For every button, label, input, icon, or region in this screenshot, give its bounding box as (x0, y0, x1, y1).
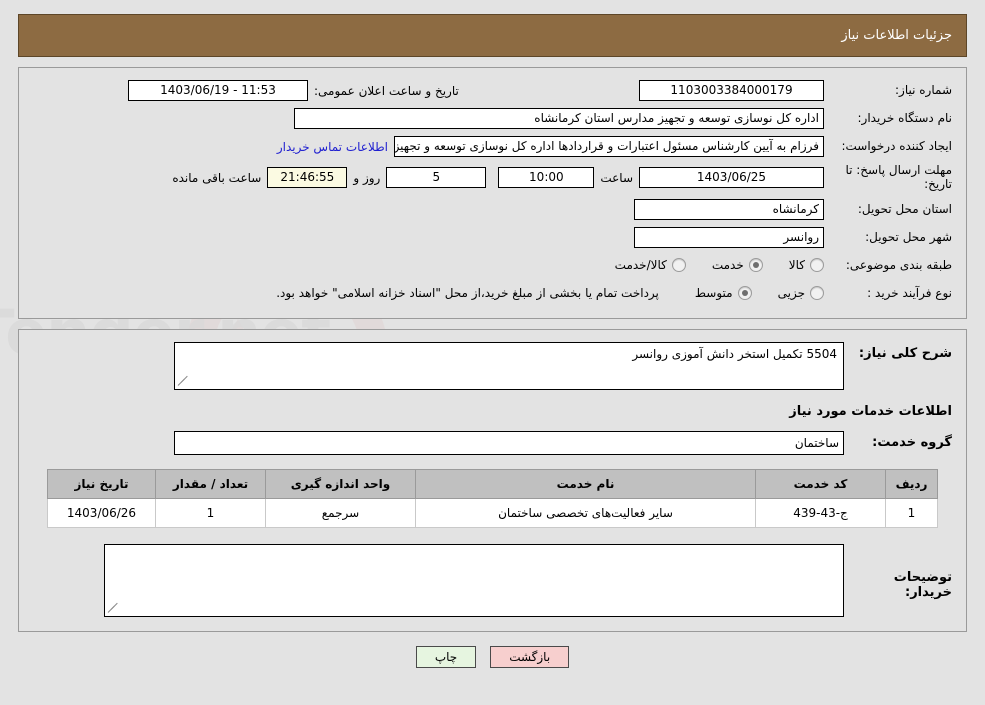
row-requester: ایجاد کننده درخواست: فرزام به آیین کارشن… (33, 136, 952, 157)
cell-quantity: 1 (155, 497, 266, 528)
resize-grip-icon[interactable] (107, 602, 118, 614)
radio-icon[interactable] (810, 258, 824, 273)
deadline-countdown-field: 21:46:55 (267, 167, 348, 189)
need-summary-textarea[interactable]: 5504 تکمیل استخر دانش آموزی روانسر (174, 341, 844, 390)
page-header: جزئیات اطلاعات نیاز (18, 14, 967, 57)
cell-radif: 1 (885, 497, 938, 528)
col-header-radif: ردیف (885, 468, 938, 499)
radio-icon[interactable] (810, 286, 824, 301)
service-group-label: گروه خدمت: (872, 435, 952, 451)
col-header-need-date: تاریخ نیاز (47, 468, 156, 499)
deadline-days-field: 5 (386, 167, 487, 189)
need-number-field: 1103003384000179 (639, 80, 824, 101)
cell-need-date: 1403/06/26 (47, 497, 156, 528)
purchase-type-radio-group: جزیی متوسط (669, 286, 824, 301)
deadline-hour-field: 10:00 (498, 167, 595, 189)
cell-unit: سرجمع (265, 497, 416, 528)
deadline-hour-label: ساعت (600, 170, 633, 185)
resize-grip-icon[interactable] (177, 375, 188, 387)
category-option-service[interactable]: خدمت (711, 258, 763, 273)
purchase-type-option-medium[interactable]: متوسط (694, 286, 752, 301)
province-label: استان محل تحویل: (857, 202, 952, 216)
deadline-label: مهلت ارسال پاسخ: تا تاریخ: (845, 163, 952, 191)
category-option-service-label: خدمت (711, 258, 744, 273)
category-option-goods[interactable]: کالا (788, 258, 824, 273)
requester-label: ایجاد کننده درخواست: (841, 139, 952, 154)
col-header-unit: واحد اندازه گیری (265, 468, 416, 499)
buyer-org-label: نام دستگاه خریدار: (857, 111, 953, 126)
table-row: 1 ج-43-439 سایر فعالیت‌های تخصصی ساختمان… (47, 497, 938, 528)
category-label: طبقه بندی موضوعی: (845, 258, 952, 272)
row-province: استان محل تحویل: کرمانشاه (33, 198, 952, 220)
category-option-goods-service[interactable]: کالا/خدمت (614, 258, 686, 273)
radio-icon[interactable] (671, 258, 686, 273)
radio-icon[interactable] (737, 286, 752, 301)
category-option-goods-label: کالا (788, 258, 805, 273)
category-option-goods-service-label: کالا/خدمت (614, 258, 667, 273)
row-deadline: مهلت ارسال پاسخ: تا تاریخ: 1403/06/25 سا… (33, 163, 952, 192)
row-need-summary: شرح کلی نیاز: 5504 تکمیل استخر دانش آموز… (33, 341, 952, 390)
city-field: روانسر (634, 226, 824, 248)
buyer-contact-link[interactable]: اطلاعات تماس خریدار (271, 140, 394, 154)
services-table: ردیف کد خدمت نام خدمت واحد اندازه گیری ت… (47, 468, 938, 528)
row-category: طبقه بندی موضوعی: کالا خدمت کالا/خدمت (33, 255, 952, 276)
province-field: کرمانشاه (634, 198, 824, 220)
footer-button-bar: بازگشت چاپ (0, 645, 985, 668)
row-service-group: گروه خدمت: ساختمان (33, 430, 952, 455)
back-button[interactable]: بازگشت (490, 645, 570, 668)
deadline-days-separator: روز و (353, 170, 381, 185)
need-summary-value: 5504 تکمیل استخر دانش آموزی روانسر (632, 346, 837, 361)
public-announce-field: 11:53 - 1403/06/19 (128, 80, 308, 101)
col-header-service-name: نام خدمت (415, 468, 756, 499)
col-header-service-code: کد خدمت (755, 468, 886, 499)
buyer-org-field: اداره کل نوسازی توسعه و تجهیز مدارس استا… (294, 108, 824, 129)
services-section-title: اطلاعات خدمات مورد نیاز (789, 403, 952, 419)
col-header-quantity: تعداد / مقدار (155, 468, 266, 499)
requester-field: فرزام به آیین کارشناس مسئول اعتبارات و ق… (394, 136, 824, 157)
row-purchase-type: نوع فرآیند خرید : جزیی متوسط پرداخت تمام… (33, 283, 952, 304)
radio-icon[interactable] (748, 258, 763, 273)
row-buyer-org: نام دستگاه خریدار: اداره کل نوسازی توسعه… (33, 108, 952, 129)
purchase-type-option-minor[interactable]: جزیی (777, 286, 824, 301)
purchase-type-option-minor-label: جزیی (777, 286, 805, 301)
page-title: جزئیات اطلاعات نیاز (841, 28, 952, 43)
city-label: شهر محل تحویل: (865, 230, 952, 244)
deadline-remaining-label: ساعت باقی مانده (172, 170, 262, 185)
need-summary-label: شرح کلی نیاز: (858, 345, 952, 361)
purchase-type-note: پرداخت تمام یا بخشی از مبلغ خرید،از محل … (276, 286, 659, 301)
need-details-panel: شرح کلی نیاز: 5504 تکمیل استخر دانش آموز… (18, 328, 967, 632)
print-button[interactable]: چاپ (415, 645, 477, 668)
service-group-field: ساختمان (174, 430, 844, 455)
row-city: شهر محل تحویل: روانسر (33, 226, 952, 248)
need-number-label: شماره نیاز: (895, 83, 952, 98)
table-header-row: ردیف کد خدمت نام خدمت واحد اندازه گیری ت… (47, 468, 938, 499)
purchase-type-label: نوع فرآیند خرید : (867, 286, 952, 300)
row-need-number: شماره نیاز: 1103003384000179 تاریخ و ساع… (33, 80, 952, 101)
purchase-type-option-medium-label: متوسط (694, 286, 733, 301)
cell-service-name: سایر فعالیت‌های تخصصی ساختمان (415, 497, 756, 528)
category-radio-group: کالا خدمت کالا/خدمت (589, 258, 824, 273)
deadline-date-field: 1403/06/25 (639, 167, 824, 189)
buyer-notes-textarea[interactable] (104, 543, 844, 617)
buyer-notes-label: توضیحات خریدار: (893, 569, 952, 600)
cell-service-code: ج-43-439 (755, 497, 886, 528)
row-buyer-notes: توضیحات خریدار: (33, 543, 952, 617)
public-announce-label: تاریخ و ساعت اعلان عمومی: (314, 83, 459, 98)
need-summary-panel: شماره نیاز: 1103003384000179 تاریخ و ساع… (18, 67, 967, 319)
